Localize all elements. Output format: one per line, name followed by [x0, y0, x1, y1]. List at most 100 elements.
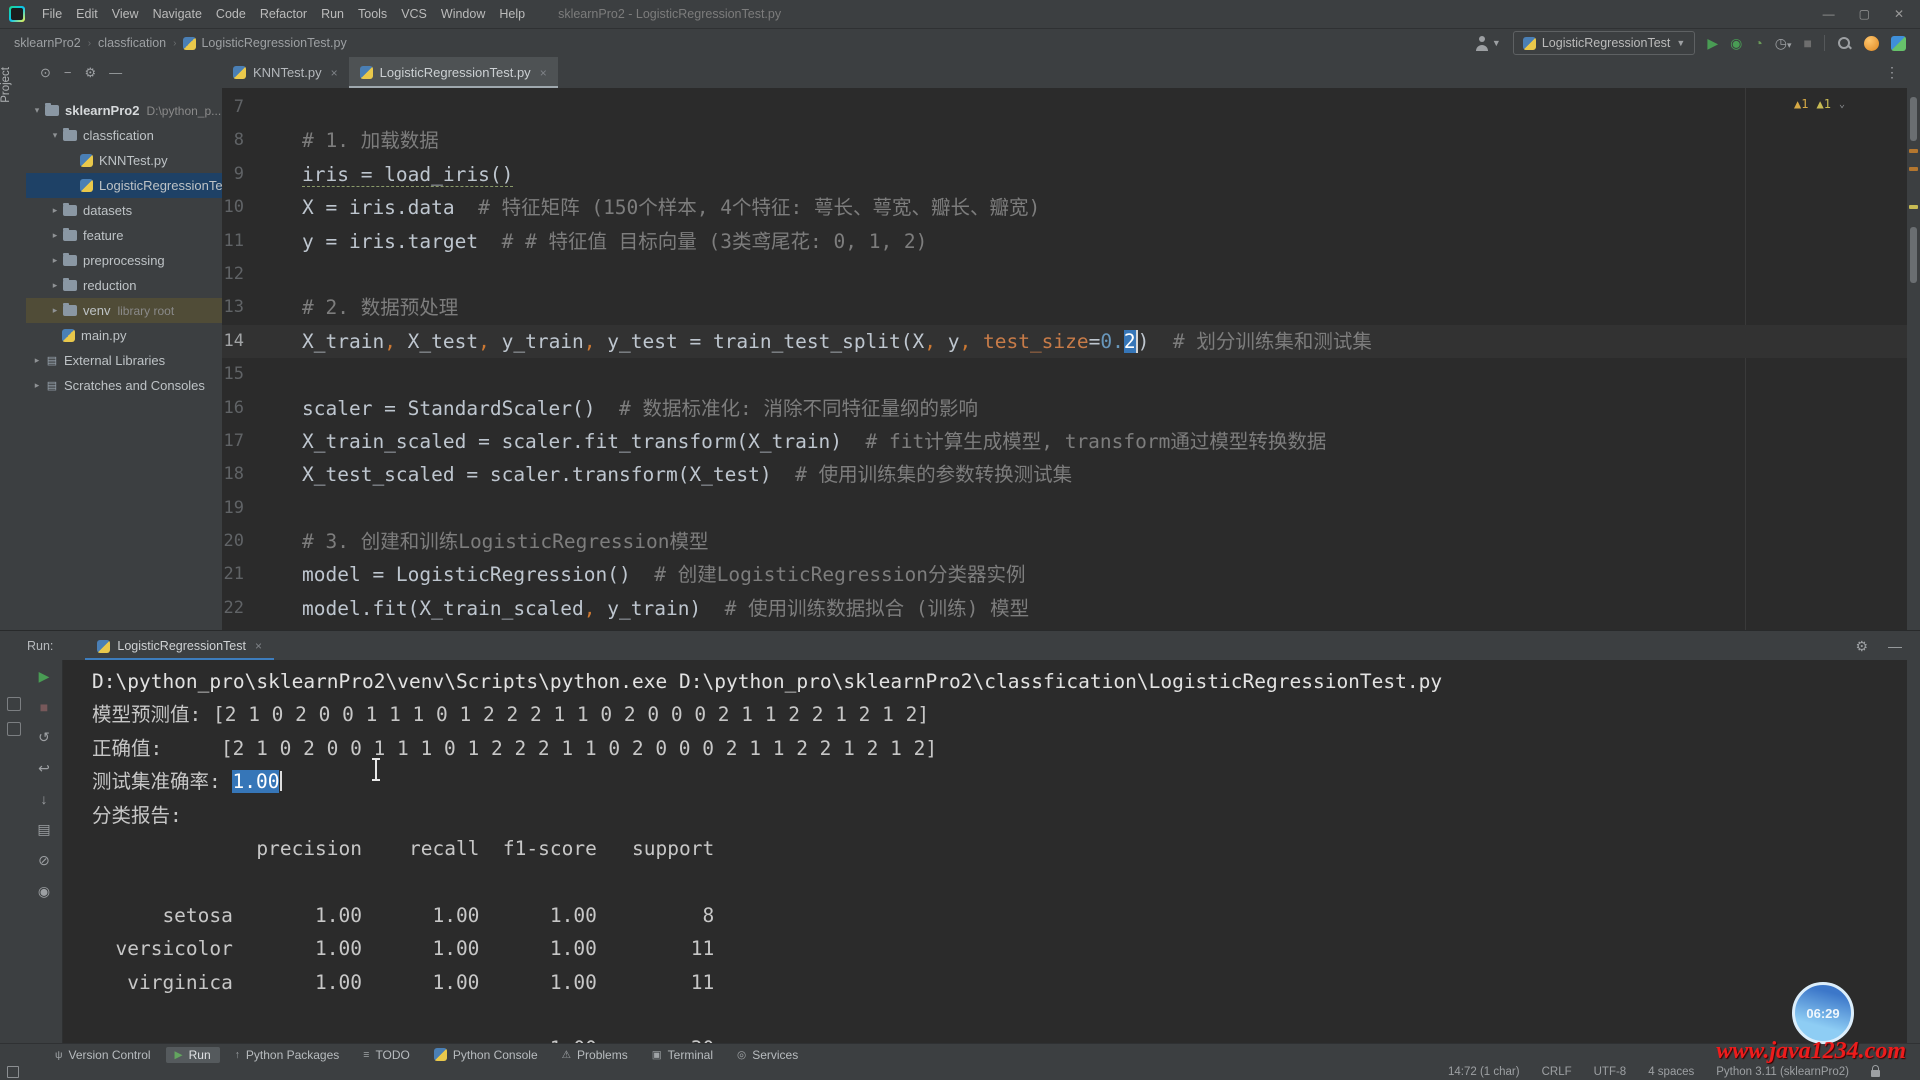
close-button[interactable]: ✕ — [1894, 7, 1904, 21]
menu-navigate[interactable]: Navigate — [146, 7, 209, 21]
code-line-11[interactable]: 11y = iris.target # # 特征值 目标向量 (3类鸢尾花: 0… — [222, 225, 1907, 258]
code-line-10[interactable]: 10X = iris.data # 特征矩阵 (150个样本, 4个特征: 萼长… — [222, 191, 1907, 224]
menu-file[interactable]: File — [35, 7, 69, 21]
chevron-right-icon[interactable]: ▸ — [48, 230, 62, 241]
close-icon[interactable]: × — [540, 66, 547, 80]
run-button[interactable]: ▶ — [1707, 36, 1718, 50]
hide-panel-button[interactable]: — — [109, 65, 122, 80]
code-line-22[interactable]: 22model.fit(X_train_scaled, y_train) # 使… — [222, 592, 1907, 625]
right-tool-button[interactable] — [1910, 227, 1917, 283]
tool-window-button-python-console[interactable]: Python Console — [425, 1047, 547, 1063]
menu-edit[interactable]: Edit — [69, 7, 105, 21]
clear-button[interactable]: ⊘ — [38, 852, 50, 869]
pin-button[interactable]: ◉ — [38, 883, 50, 900]
chevron-right-icon[interactable]: ▸ — [48, 255, 62, 266]
stop-button[interactable]: ■ — [1804, 36, 1812, 50]
code-line-21[interactable]: 21model = LogisticRegression() # 创建Logis… — [222, 558, 1907, 591]
tab-logisticregressiontest-py[interactable]: LogisticRegressionTest.py× — [349, 57, 558, 88]
code-line-8[interactable]: 8# 1. 加载数据 — [222, 124, 1907, 157]
coverage-button[interactable]: ◔ — [1754, 36, 1762, 50]
tree-item-datasets[interactable]: ▸datasets — [26, 198, 222, 223]
code-line-9[interactable]: 9iris = load_iris() — [222, 158, 1907, 191]
print-button[interactable]: ▤ — [37, 821, 50, 838]
tab-knntest-py[interactable]: KNNTest.py× — [222, 57, 349, 88]
tool-window-button-run[interactable]: ▶Run — [166, 1047, 220, 1063]
minimize-button[interactable]: — — [1823, 7, 1835, 21]
status-segment-utf-8[interactable]: UTF-8 — [1594, 1066, 1627, 1078]
stop-button[interactable]: ■ — [40, 699, 48, 715]
breadcrumb-item-classfication[interactable]: classfication — [98, 36, 166, 50]
settings-icon[interactable]: ⚙ — [85, 65, 97, 81]
tool-window-button-version-control[interactable]: ψVersion Control — [46, 1047, 160, 1063]
vcs-user-button[interactable]: ▼ — [1475, 36, 1501, 51]
ide-promo-icon[interactable] — [1891, 36, 1906, 51]
tree-item-reduction[interactable]: ▸reduction — [26, 273, 222, 298]
chevron-down-icon[interactable]: ▾ — [30, 105, 44, 116]
menu-window[interactable]: Window — [434, 7, 492, 21]
search-everywhere-icon[interactable] — [1837, 36, 1852, 51]
menu-help[interactable]: Help — [492, 7, 532, 21]
editor-options-icon[interactable]: ⋮ — [1885, 57, 1907, 88]
tree-item-preprocessing[interactable]: ▸preprocessing — [26, 248, 222, 273]
menu-code[interactable]: Code — [209, 7, 253, 21]
tree-item-external-libraries[interactable]: ▸▤External Libraries — [26, 348, 222, 373]
soft-wrap-button[interactable]: ↩ — [38, 760, 50, 777]
menu-refactor[interactable]: Refactor — [253, 7, 314, 21]
tree-item-logisticregressiontest-py[interactable]: LogisticRegressionTest.py — [26, 173, 222, 198]
status-grid-icon[interactable] — [7, 1066, 19, 1078]
error-stripe-mark[interactable] — [1909, 205, 1918, 209]
lock-icon[interactable] — [1871, 1070, 1880, 1077]
project-tool-button[interactable]: Project — [0, 67, 26, 103]
code-line-7[interactable]: 7 — [222, 91, 1907, 124]
select-opened-file-button[interactable]: ⊙ — [40, 65, 51, 81]
breadcrumb-item-logisticregressiontest-py[interactable]: LogisticRegressionTest.py — [183, 36, 346, 50]
tool-window-button-services[interactable]: ◎Services — [728, 1047, 807, 1063]
status-segment-python-3-11-sklearnpro2[interactable]: Python 3.11 (sklearnPro2) — [1716, 1066, 1849, 1078]
chevron-right-icon[interactable]: ▸ — [48, 205, 62, 216]
gear-icon[interactable]: ⚙ — [1855, 638, 1868, 655]
run-tab[interactable]: LogisticRegressionTest × — [85, 631, 274, 661]
hide-panel-button[interactable]: — — [1888, 638, 1902, 655]
collapse-all-button[interactable]: − — [64, 65, 72, 80]
chevron-down-icon[interactable]: ▾ — [48, 130, 62, 141]
code-line-14[interactable]: 14X_train, X_test, y_train, y_test = tra… — [222, 325, 1907, 358]
run-configuration-select[interactable]: LogisticRegressionTest ▼ — [1513, 31, 1695, 55]
tool-window-button-python-packages[interactable]: ↑Python Packages — [226, 1047, 349, 1063]
code-editor[interactable]: ▲1 ▲1 ⌄ 78# 1. 加载数据9iris = load_iris()10… — [222, 88, 1907, 633]
tree-item-scratches-and-consoles[interactable]: ▸▤Scratches and Consoles — [26, 373, 222, 398]
menu-vcs[interactable]: VCS — [394, 7, 434, 21]
code-line-15[interactable]: 15 — [222, 358, 1907, 391]
maximize-button[interactable]: ▢ — [1859, 7, 1870, 21]
code-line-20[interactable]: 20# 3. 创建和训练LogisticRegression模型 — [222, 525, 1907, 558]
code-line-13[interactable]: 13# 2. 数据预处理 — [222, 291, 1907, 324]
tool-window-button-todo[interactable]: ≡TODO — [354, 1047, 419, 1063]
code-line-16[interactable]: 16scaler = StandardScaler() # 数据标准化: 消除不… — [222, 392, 1907, 425]
chevron-right-icon[interactable]: ▸ — [48, 280, 62, 291]
tree-item-classfication[interactable]: ▾classfication — [26, 123, 222, 148]
rerun-button[interactable]: ▶ — [39, 668, 50, 685]
close-icon[interactable]: × — [331, 66, 338, 80]
tool-window-button-terminal[interactable]: ▣Terminal — [643, 1047, 722, 1063]
tool-window-button-problems[interactable]: ⚠Problems — [553, 1047, 637, 1063]
tree-item-main-py[interactable]: main.py — [26, 323, 222, 348]
run-console-output[interactable]: D:\python_pro\sklearnPro2\venv\Scripts\p… — [63, 660, 1907, 1048]
tree-item-venv[interactable]: ▸venvlibrary root — [26, 298, 222, 323]
chevron-right-icon[interactable]: ▸ — [48, 305, 62, 316]
tree-item-sklearnpro2[interactable]: ▾sklearnPro2D:\python_p... — [26, 98, 222, 123]
tree-item-knntest-py[interactable]: KNNTest.py — [26, 148, 222, 173]
notifications-icon[interactable] — [1864, 36, 1879, 51]
tree-item-feature[interactable]: ▸feature — [26, 223, 222, 248]
right-tool-button[interactable] — [1910, 97, 1917, 141]
status-segment-14-72-1-char[interactable]: 14:72 (1 char) — [1448, 1066, 1520, 1078]
breadcrumb-item-sklearnpro2[interactable]: sklearnPro2 — [14, 36, 81, 50]
code-line-17[interactable]: 17X_train_scaled = scaler.fit_transform(… — [222, 425, 1907, 458]
code-line-18[interactable]: 18X_test_scaled = scaler.transform(X_tes… — [222, 458, 1907, 491]
menu-run[interactable]: Run — [314, 7, 351, 21]
chevron-right-icon[interactable]: ▸ — [30, 380, 44, 391]
code-line-19[interactable]: 19 — [222, 492, 1907, 525]
close-icon[interactable]: × — [255, 639, 262, 653]
bookmarks-tool-button[interactable] — [7, 722, 21, 736]
status-segment-crlf[interactable]: CRLF — [1542, 1066, 1572, 1078]
structure-tool-button[interactable] — [7, 697, 21, 711]
menu-view[interactable]: View — [105, 7, 146, 21]
